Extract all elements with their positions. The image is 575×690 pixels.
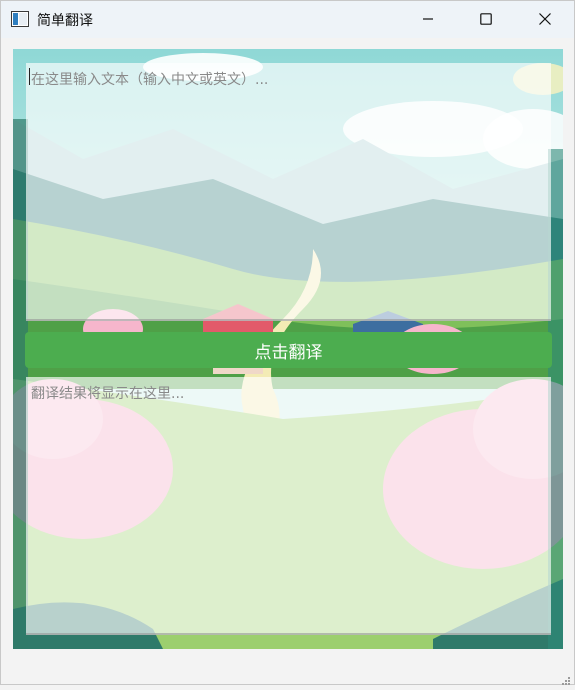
translate-button[interactable]: 点击翻译	[25, 332, 552, 368]
close-button[interactable]	[516, 1, 574, 38]
maximize-icon	[480, 10, 492, 29]
input-textarea[interactable]: 在这里输入文本（输入中文或英文）...	[26, 63, 551, 321]
window-title: 简单翻译	[37, 13, 93, 29]
window-app-icon	[11, 11, 29, 31]
resize-grip-icon[interactable]	[561, 671, 571, 690]
minimize-icon	[422, 10, 434, 29]
output-textarea[interactable]: 翻译结果将显示在这里...	[26, 377, 551, 635]
main-content: 在这里输入文本（输入中文或英文）... 点击翻译 翻译结果将显示在这里...	[13, 49, 563, 649]
text-caret	[29, 68, 30, 85]
minimize-button[interactable]	[399, 1, 457, 38]
close-icon	[539, 10, 551, 29]
title-bar[interactable]: 简单翻译	[1, 1, 574, 38]
input-placeholder: 在这里输入文本（输入中文或英文）...	[31, 72, 269, 88]
output-placeholder: 翻译结果将显示在这里...	[31, 386, 185, 402]
maximize-button[interactable]	[457, 1, 515, 38]
app-window: 简单翻译 在这里输入文本（输入中文或英文）... 点击翻译 翻译结果将显示在这里…	[0, 0, 575, 685]
